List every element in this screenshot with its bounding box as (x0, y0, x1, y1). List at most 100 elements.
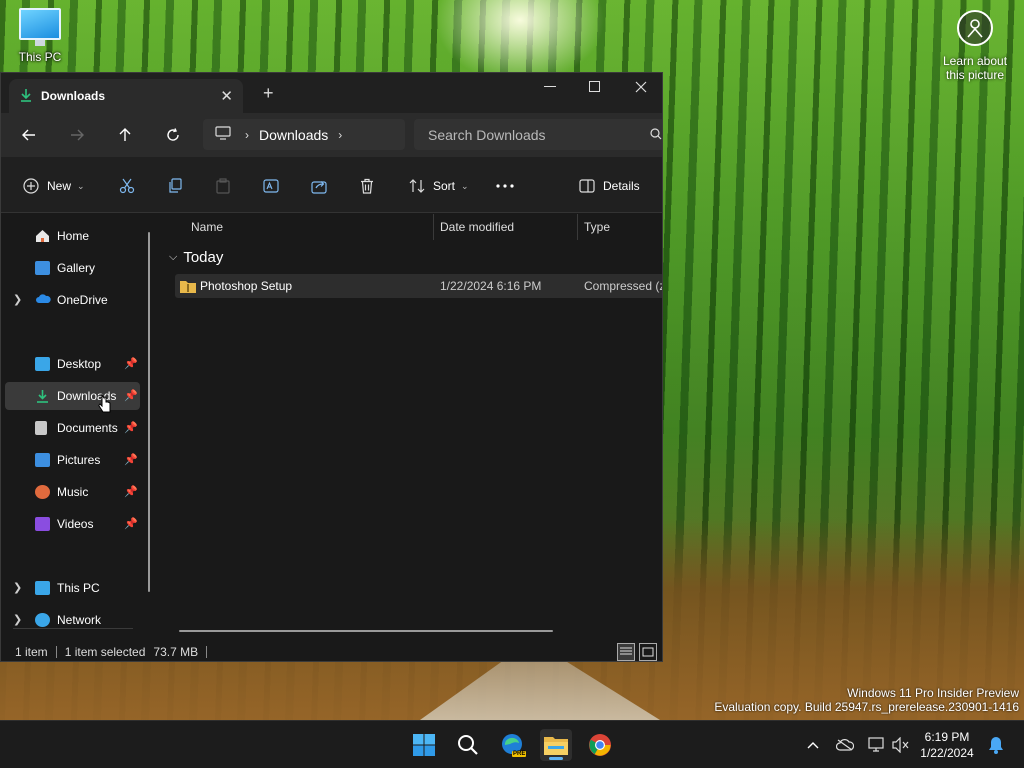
sidebar-item-network[interactable]: ❯ Network (5, 606, 140, 634)
column-header-date[interactable]: Date modified (440, 214, 514, 240)
new-button[interactable]: New ⌄ (23, 175, 85, 197)
search-box[interactable]: Search Downloads (414, 119, 662, 150)
group-header-today[interactable]: ⌵ Today (169, 249, 223, 266)
pin-icon[interactable]: 📌 (124, 421, 138, 434)
arrow-left-icon (22, 129, 35, 141)
cut-button[interactable] (119, 175, 135, 197)
details-view-button[interactable] (617, 643, 635, 661)
chevron-right-icon[interactable]: ❯ (13, 613, 22, 626)
column-header-name[interactable]: Name (191, 214, 223, 240)
sidebar-item-gallery[interactable]: Gallery (5, 254, 140, 282)
sidebar-item-videos[interactable]: Videos 📌 (5, 510, 140, 538)
up-button[interactable] (113, 123, 137, 147)
chrome-browser-icon (589, 734, 611, 756)
close-button[interactable] (618, 73, 662, 101)
maximize-button[interactable] (572, 73, 618, 101)
navigation-bar: › Downloads › Search Downloads (1, 113, 662, 157)
learn-about-picture[interactable]: Learn about this picture (938, 10, 1012, 82)
sidebar-scrollbar[interactable] (148, 232, 150, 592)
download-icon (35, 389, 50, 403)
taskbar: PRE 6:19 PM 1/22/2024 (0, 720, 1024, 768)
sidebar-item-label: Music (57, 485, 89, 499)
breadcrumb-downloads[interactable]: Downloads (259, 127, 328, 143)
title-bar[interactable]: Downloads ✕ + (1, 73, 662, 113)
navigation-pane: Home Gallery ❯ OneDrive Desktop 📌 Downlo… (1, 214, 160, 640)
sidebar-item-home[interactable]: Home (5, 222, 140, 250)
sidebar-item-label: Desktop (57, 357, 102, 371)
item-count: 1 item (15, 644, 48, 659)
sort-label: Sort (433, 179, 456, 193)
plus-circle-icon (23, 178, 39, 194)
column-separator[interactable] (433, 214, 434, 240)
notifications-button[interactable] (986, 735, 1006, 755)
clock-date: 1/22/2024 (920, 746, 974, 760)
file-list: Name Date modified Type ⌵ Today Photosho… (161, 214, 662, 640)
sidebar-item-onedrive[interactable]: ❯ OneDrive (5, 286, 140, 314)
chevron-right-icon[interactable]: › (338, 128, 342, 142)
tab-label: Downloads (41, 89, 106, 103)
sidebar-item-documents[interactable]: Documents 📌 (5, 414, 140, 442)
edge-button[interactable]: PRE (496, 729, 528, 761)
sidebar-item-downloads[interactable]: Downloads 📌 (5, 382, 140, 410)
onedrive-icon (35, 293, 51, 307)
desktop-icon-this-pc[interactable]: This PC (14, 8, 66, 64)
refresh-icon (167, 128, 179, 141)
tab-downloads[interactable]: Downloads ✕ (9, 79, 243, 113)
cloud-offline-icon (836, 739, 854, 751)
copy-button[interactable] (167, 175, 183, 197)
download-icon (19, 88, 33, 105)
hand-cursor-icon (98, 394, 111, 413)
show-hidden-icons-button[interactable] (803, 735, 823, 755)
address-bar[interactable]: › Downloads › (203, 119, 405, 150)
new-tab-button[interactable]: + (263, 83, 274, 104)
sidebar-item-this-pc[interactable]: ❯ This PC (5, 574, 140, 602)
file-row[interactable]: Photoshop Setup 1/22/2024 6:16 PM Compre… (175, 274, 662, 298)
this-pc-icon (35, 581, 50, 595)
details-button[interactable]: Details (579, 175, 640, 197)
videos-icon (35, 517, 50, 531)
chevron-right-icon[interactable]: ❯ (13, 581, 22, 594)
forward-button[interactable] (65, 123, 89, 147)
pin-icon[interactable]: 📌 (124, 517, 138, 530)
tiles-view-button[interactable] (639, 643, 657, 661)
pin-icon[interactable]: 📌 (124, 357, 138, 370)
pin-icon[interactable]: 📌 (124, 485, 138, 498)
arrow-up-icon (119, 128, 131, 141)
horizontal-scrollbar[interactable] (179, 630, 553, 632)
delete-button[interactable] (359, 175, 375, 197)
clock[interactable]: 6:19 PM 1/22/2024 (912, 729, 982, 761)
back-button[interactable] (17, 123, 41, 147)
sidebar-item-pictures[interactable]: Pictures 📌 (5, 446, 140, 474)
refresh-button[interactable] (161, 123, 185, 147)
search-icon (458, 735, 478, 755)
paste-button[interactable] (215, 175, 231, 197)
file-explorer-button[interactable] (540, 729, 572, 761)
column-header-type[interactable]: Type (584, 214, 610, 240)
search-button[interactable] (452, 729, 484, 761)
close-tab-icon[interactable]: ✕ (220, 87, 233, 105)
volume-tray-button[interactable] (891, 735, 911, 755)
onedrive-tray-button[interactable] (835, 735, 855, 755)
network-tray-button[interactable] (867, 735, 887, 755)
network-monitor-icon (868, 737, 884, 752)
share-button[interactable] (311, 175, 327, 197)
clock-time: 6:19 PM (924, 730, 970, 744)
ellipsis-icon (496, 184, 514, 188)
sort-button[interactable]: Sort ⌄ (409, 175, 469, 197)
sidebar-item-label: Pictures (57, 453, 101, 467)
minimize-button[interactable] (527, 73, 573, 101)
chevron-right-icon[interactable]: ❯ (13, 293, 22, 306)
more-options-button[interactable] (496, 175, 514, 197)
sidebar-item-label: Gallery (57, 261, 96, 275)
sidebar-item-desktop[interactable]: Desktop 📌 (5, 350, 140, 378)
pin-icon[interactable]: 📌 (124, 453, 138, 466)
pin-icon[interactable]: 📌 (124, 389, 138, 402)
sidebar-item-music[interactable]: Music 📌 (5, 478, 140, 506)
status-separator (206, 645, 208, 658)
chrome-button[interactable] (584, 729, 616, 761)
chevron-down-icon: ⌄ (461, 180, 469, 191)
chevron-right-icon[interactable]: › (245, 128, 249, 142)
start-button[interactable] (408, 729, 440, 761)
rename-button[interactable] (263, 175, 279, 197)
column-separator[interactable] (577, 214, 578, 240)
